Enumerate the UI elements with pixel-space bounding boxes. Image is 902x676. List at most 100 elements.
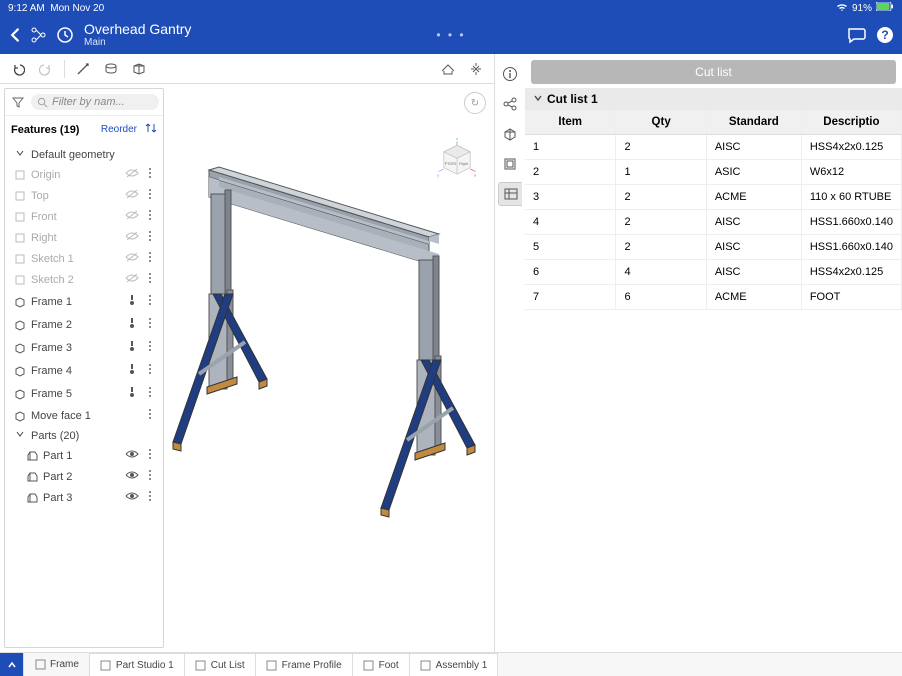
workspace-tab[interactable]: Part Studio 1 bbox=[90, 653, 185, 676]
app-header: Overhead Gantry Main • • • ? bbox=[0, 16, 902, 54]
chevron-down-icon bbox=[15, 148, 27, 161]
feature-type-icon bbox=[13, 231, 27, 245]
column-header[interactable]: Standard bbox=[706, 110, 801, 135]
part-row[interactable]: Part 1 bbox=[7, 445, 161, 466]
more-icon[interactable] bbox=[145, 317, 157, 332]
visibility-icon[interactable] bbox=[125, 362, 141, 379]
workspace-tab[interactable]: Cut List bbox=[185, 653, 256, 676]
part-row[interactable]: Part 2 bbox=[7, 466, 161, 487]
workspace-tab[interactable]: Frame Profile bbox=[256, 653, 353, 676]
config-icon[interactable] bbox=[498, 152, 522, 176]
more-icon[interactable] bbox=[145, 340, 157, 355]
part-row[interactable]: Part 3 bbox=[7, 487, 161, 508]
insert-icon[interactable] bbox=[498, 122, 522, 146]
more-icon[interactable] bbox=[145, 490, 157, 505]
svg-text:?: ? bbox=[881, 28, 888, 42]
more-icon[interactable] bbox=[145, 469, 157, 484]
feature-row[interactable]: Origin bbox=[7, 164, 161, 185]
feature-row[interactable]: Frame 2 bbox=[7, 313, 161, 336]
sketch-icon[interactable] bbox=[71, 57, 95, 81]
workspace-tab[interactable]: Assembly 1 bbox=[410, 653, 499, 676]
default-geometry-group[interactable]: Default geometry bbox=[7, 145, 161, 164]
visibility-icon[interactable] bbox=[125, 188, 141, 203]
feature-row[interactable]: Sketch 1 bbox=[7, 248, 161, 269]
feature-row[interactable]: Front bbox=[7, 206, 161, 227]
table-row[interactable]: 42AISCHSS1.660x0.140 bbox=[525, 210, 902, 235]
feature-row[interactable]: Frame 5 bbox=[7, 382, 161, 405]
help-icon[interactable]: ? bbox=[876, 26, 894, 44]
undo-icon[interactable] bbox=[6, 57, 30, 81]
more-icon[interactable] bbox=[145, 230, 157, 245]
feature-label: Frame 3 bbox=[31, 342, 121, 354]
workspace-tab[interactable]: Frame bbox=[24, 653, 90, 676]
visibility-icon[interactable] bbox=[125, 385, 141, 402]
info-icon[interactable] bbox=[498, 62, 522, 86]
filter-icon[interactable] bbox=[9, 93, 27, 111]
status-time: 9:12 AM bbox=[8, 3, 45, 14]
visibility-icon[interactable] bbox=[125, 490, 141, 505]
more-icon[interactable] bbox=[145, 363, 157, 378]
visibility-icon[interactable] bbox=[125, 272, 141, 287]
cutlist-tab-icon[interactable] bbox=[498, 182, 522, 206]
table-row[interactable]: 76ACMEFOOT bbox=[525, 285, 902, 310]
feature-type-icon bbox=[13, 295, 27, 309]
column-header[interactable]: Descriptio bbox=[801, 110, 901, 135]
visibility-icon[interactable] bbox=[125, 209, 141, 224]
share-icon[interactable] bbox=[498, 92, 522, 116]
history-icon[interactable] bbox=[56, 26, 74, 44]
measure-icon[interactable] bbox=[464, 57, 488, 81]
doc-title[interactable]: Overhead Gantry bbox=[84, 22, 191, 37]
feature-row[interactable]: Frame 3 bbox=[7, 336, 161, 359]
more-icon[interactable] bbox=[145, 408, 157, 423]
more-icon[interactable] bbox=[145, 272, 157, 287]
back-icon[interactable] bbox=[8, 28, 22, 42]
more-icon[interactable] bbox=[145, 386, 157, 401]
column-header[interactable]: Qty bbox=[616, 110, 706, 135]
reorder-icon[interactable] bbox=[145, 121, 157, 138]
cutlist-section-header[interactable]: Cut list 1 bbox=[525, 88, 902, 110]
cutlist-button[interactable]: Cut list bbox=[531, 60, 896, 84]
branch-icon[interactable] bbox=[30, 26, 48, 44]
features-header[interactable]: Features (19) Reorder bbox=[5, 116, 163, 143]
visibility-icon[interactable] bbox=[125, 167, 141, 182]
reorder-link[interactable]: Reorder bbox=[101, 124, 137, 135]
feature-row[interactable]: Right bbox=[7, 227, 161, 248]
cube-icon[interactable] bbox=[127, 57, 151, 81]
visibility-icon[interactable] bbox=[125, 339, 141, 356]
feature-row[interactable]: Move face 1 bbox=[7, 405, 161, 426]
table-row[interactable]: 12AISCHSS4x2x0.125 bbox=[525, 135, 902, 160]
redo-icon[interactable] bbox=[34, 57, 58, 81]
feature-row[interactable]: Sketch 2 bbox=[7, 269, 161, 290]
table-row[interactable]: 64AISCHSS4x2x0.125 bbox=[525, 260, 902, 285]
visibility-icon[interactable] bbox=[125, 293, 141, 310]
search-placeholder: Filter by nam... bbox=[52, 96, 125, 108]
3d-viewport[interactable]: ↻ z Front Right x y bbox=[164, 84, 494, 652]
table-row[interactable]: 21ASICW6x12 bbox=[525, 160, 902, 185]
menu-dots-icon[interactable]: • • • bbox=[436, 28, 465, 42]
more-icon[interactable] bbox=[145, 448, 157, 463]
more-icon[interactable] bbox=[145, 294, 157, 309]
tab-menu-icon[interactable] bbox=[0, 653, 24, 676]
comments-icon[interactable] bbox=[846, 25, 866, 45]
visibility-icon[interactable] bbox=[125, 230, 141, 245]
parts-group[interactable]: Parts (20) bbox=[7, 426, 161, 445]
extrude-icon[interactable] bbox=[99, 57, 123, 81]
table-row[interactable]: 52AISCHSS1.660x0.140 bbox=[525, 235, 902, 260]
feature-row[interactable]: Frame 4 bbox=[7, 359, 161, 382]
table-row[interactable]: 32ACME110 x 60 RTUBE bbox=[525, 185, 902, 210]
feature-row[interactable]: Top bbox=[7, 185, 161, 206]
more-icon[interactable] bbox=[145, 188, 157, 203]
visibility-icon[interactable] bbox=[125, 316, 141, 333]
display-icon[interactable] bbox=[436, 57, 460, 81]
visibility-icon[interactable] bbox=[125, 448, 141, 463]
search-input[interactable]: Filter by nam... bbox=[31, 94, 159, 110]
more-icon[interactable] bbox=[145, 209, 157, 224]
feature-type-icon bbox=[13, 318, 27, 332]
visibility-icon[interactable] bbox=[125, 251, 141, 266]
column-header[interactable]: Item bbox=[525, 110, 616, 135]
visibility-icon[interactable] bbox=[125, 469, 141, 484]
feature-row[interactable]: Frame 1 bbox=[7, 290, 161, 313]
more-icon[interactable] bbox=[145, 167, 157, 182]
workspace-tab[interactable]: Foot bbox=[353, 653, 410, 676]
more-icon[interactable] bbox=[145, 251, 157, 266]
